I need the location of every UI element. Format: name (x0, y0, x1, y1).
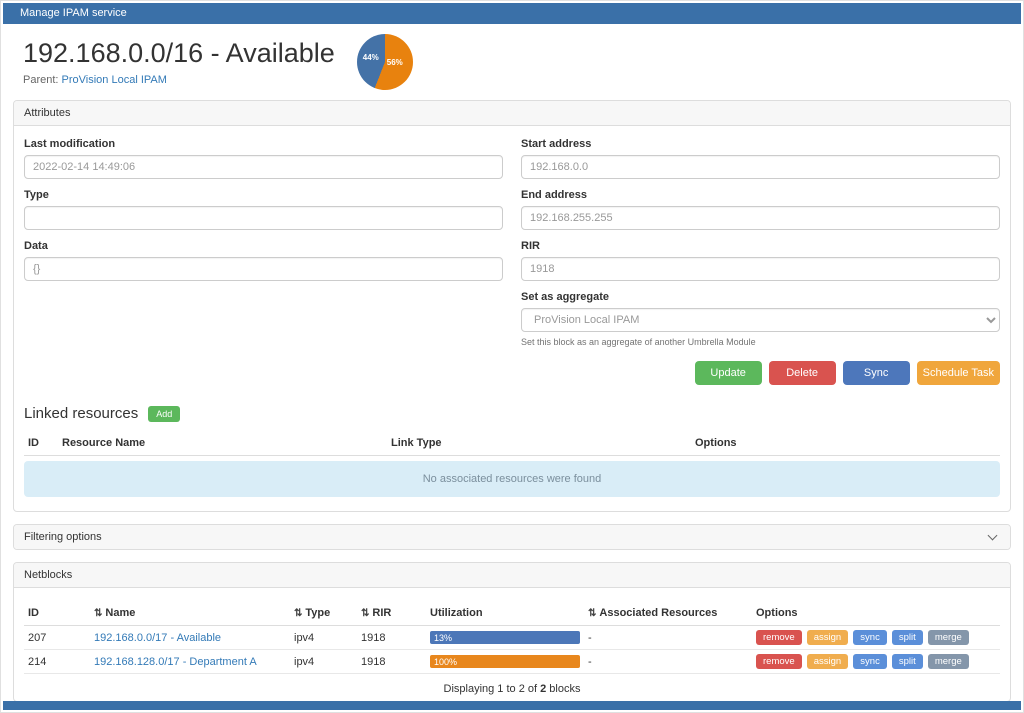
nb-row-options: remove assign sync split merge (752, 650, 1000, 674)
delete-button[interactable]: Delete (769, 361, 836, 385)
utilization-value: 100% (434, 657, 457, 667)
page: Manage IPAM service 192.168.0.0/16 - Ava… (0, 0, 1024, 713)
filtering-options-title: Filtering options (24, 531, 102, 543)
utilization-pie-chart: 44% 56% (357, 34, 413, 90)
rir-label: RIR (521, 240, 1000, 252)
sync-row-button[interactable]: sync (853, 630, 887, 645)
nb-row-type: ipv4 (290, 626, 357, 650)
parent-label: Parent: (23, 74, 58, 86)
netblocks-panel: Netblocks ID ⇅Name ⇅Type ⇅RIR Utilizatio… (13, 562, 1011, 702)
nb-col-options: Options (752, 601, 1000, 626)
assign-button[interactable]: assign (807, 630, 848, 645)
schedule-task-button[interactable]: Schedule Task (917, 361, 1000, 385)
filtering-options-heading[interactable]: Filtering options (14, 525, 1010, 549)
lr-col-id: ID (24, 431, 58, 456)
no-resources-alert: No associated resources were found (24, 461, 1000, 497)
attributes-actions: Update Delete Sync Schedule Task (24, 361, 1000, 385)
footer-bar (3, 701, 1021, 710)
parent-line: Parent: ProVision Local IPAM (23, 74, 335, 86)
nb-row-associated: - (584, 650, 752, 674)
sort-icon[interactable]: ⇅ (361, 608, 369, 619)
nb-col-associated[interactable]: ⇅Associated Resources (584, 601, 752, 626)
linked-resources-title: Linked resources (24, 405, 138, 422)
sort-icon[interactable]: ⇅ (94, 608, 102, 619)
type-input[interactable] (24, 206, 503, 230)
lr-col-link-type: Link Type (387, 431, 691, 456)
netblock-link[interactable]: 192.168.128.0/17 - Department A (94, 656, 257, 668)
sync-button[interactable]: Sync (843, 361, 910, 385)
attributes-panel: Attributes Last modification Type Data (13, 100, 1011, 512)
sort-icon[interactable]: ⇅ (294, 608, 302, 619)
assign-button[interactable]: assign (807, 654, 848, 669)
nb-row-id: 207 (24, 626, 90, 650)
netblocks-panel-body: ID ⇅Name ⇅Type ⇅RIR Utilization ⇅Associa… (14, 588, 1010, 701)
nb-col-utilization: Utilization (426, 601, 584, 626)
nb-row-options: remove assign sync split merge (752, 626, 1000, 650)
split-button[interactable]: split (892, 654, 923, 669)
nb-row-type: ipv4 (290, 650, 357, 674)
netblock-link[interactable]: 192.168.0.0/17 - Available (94, 632, 221, 644)
pie-label-used: 56% (387, 58, 403, 67)
lr-col-resource-name: Resource Name (58, 431, 387, 456)
linked-resources-table: ID Resource Name Link Type Options (24, 431, 1000, 456)
netblock-row: 214 192.168.128.0/17 - Department A ipv4… (24, 650, 1000, 674)
attributes-panel-heading: Attributes (14, 101, 1010, 126)
chevron-down-icon[interactable] (988, 531, 998, 541)
linked-resources-header: Linked resources Add (24, 405, 1000, 422)
netblocks-table: ID ⇅Name ⇅Type ⇅RIR Utilization ⇅Associa… (24, 601, 1000, 674)
aggregate-label: Set as aggregate (521, 291, 1000, 303)
sync-row-button[interactable]: sync (853, 654, 887, 669)
start-address-input[interactable] (521, 155, 1000, 179)
block-title-group: 192.168.0.0/16 - Available Parent: ProVi… (23, 38, 335, 86)
parent-link[interactable]: ProVision Local IPAM (62, 74, 167, 86)
start-address-label: Start address (521, 138, 1000, 150)
utilization-bar: 13% (430, 631, 580, 644)
utilization-bar-fill: 100% (430, 655, 580, 668)
nb-col-type[interactable]: ⇅Type (290, 601, 357, 626)
nb-col-name[interactable]: ⇅Name (90, 601, 290, 626)
nb-row-rir: 1918 (357, 626, 426, 650)
title-bar: Manage IPAM service (3, 3, 1021, 24)
end-address-input[interactable] (521, 206, 1000, 230)
type-label: Type (24, 189, 503, 201)
rir-input[interactable] (521, 257, 1000, 281)
utilization-bar-fill: 13% (430, 631, 580, 644)
utilization-bar: 100% (430, 655, 580, 668)
last-modification-label: Last modification (24, 138, 503, 150)
utilization-value: 13% (434, 633, 452, 643)
remove-button[interactable]: remove (756, 654, 802, 669)
merge-button[interactable]: merge (928, 654, 969, 669)
lr-col-options: Options (691, 431, 1000, 456)
update-button[interactable]: Update (695, 361, 762, 385)
filtering-options-panel: Filtering options (13, 524, 1011, 550)
add-linked-resource-button[interactable]: Add (148, 406, 180, 422)
netblocks-panel-heading: Netblocks (14, 563, 1010, 588)
split-button[interactable]: split (892, 630, 923, 645)
remove-button[interactable]: remove (756, 630, 802, 645)
aggregate-help-text: Set this block as an aggregate of anothe… (521, 337, 1000, 347)
page-title: 192.168.0.0/16 - Available (23, 38, 335, 69)
sort-icon[interactable]: ⇅ (588, 608, 596, 619)
title-bar-text: Manage IPAM service (20, 7, 127, 19)
aggregate-select[interactable]: ProVision Local IPAM (521, 308, 1000, 332)
merge-button[interactable]: merge (928, 630, 969, 645)
nb-row-id: 214 (24, 650, 90, 674)
nb-row-associated: - (584, 626, 752, 650)
netblock-row: 207 192.168.0.0/17 - Available ipv4 1918… (24, 626, 1000, 650)
end-address-label: End address (521, 189, 1000, 201)
pie-label-free: 44% (363, 53, 379, 62)
last-modification-input[interactable] (24, 155, 503, 179)
nb-col-rir[interactable]: ⇅RIR (357, 601, 426, 626)
data-input[interactable] (24, 257, 503, 281)
table-summary: Displaying 1 to 2 of 2 blocks (24, 674, 1000, 697)
block-header: 192.168.0.0/16 - Available Parent: ProVi… (1, 26, 1023, 100)
nb-row-rir: 1918 (357, 650, 426, 674)
data-label: Data (24, 240, 503, 252)
nb-col-id: ID (24, 601, 90, 626)
attributes-panel-body: Last modification Type Data Start addres… (14, 126, 1010, 511)
